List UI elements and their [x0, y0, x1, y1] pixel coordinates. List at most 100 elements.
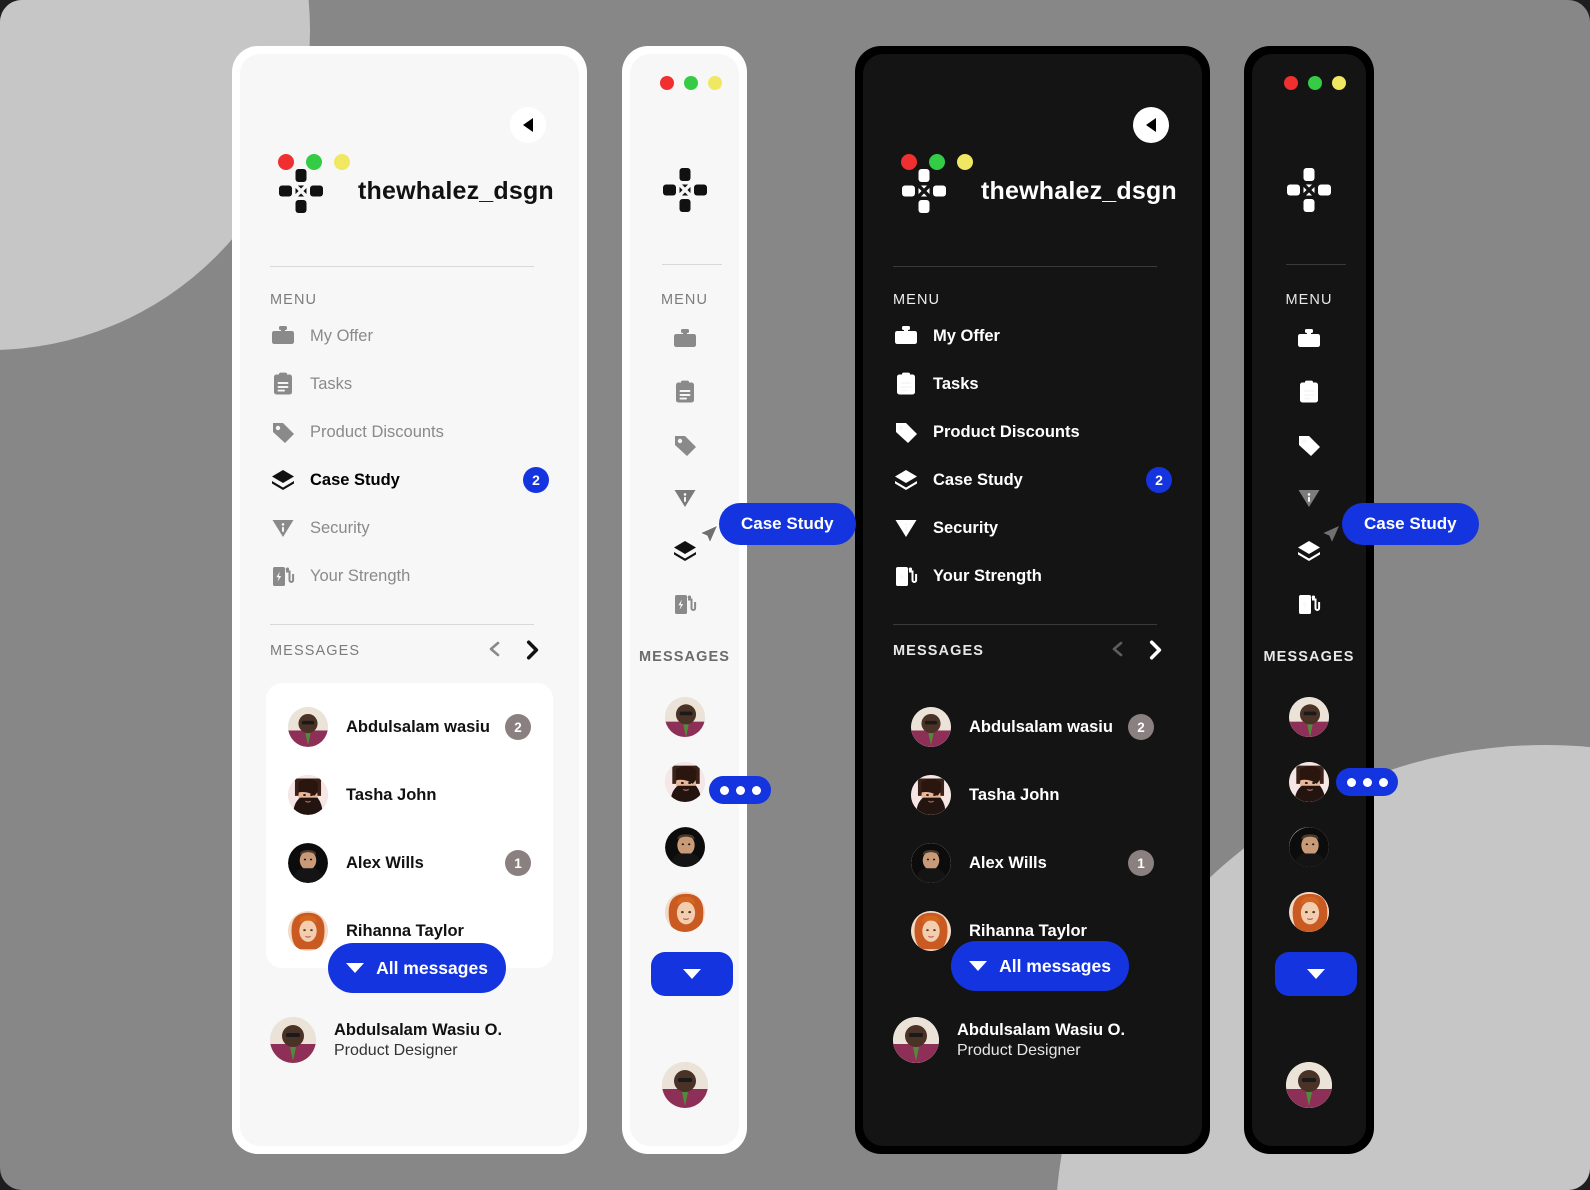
- menu-tooltip-case-study-dark: Case Study: [1342, 503, 1479, 545]
- menu-item-product-discounts[interactable]: Product Discounts: [270, 408, 549, 456]
- message-unread-badge: 1: [1128, 850, 1154, 876]
- avatar: [664, 826, 705, 867]
- avatar: [664, 761, 705, 802]
- menu-rail-item-product-discounts[interactable]: [630, 418, 739, 471]
- profile-footer-dark[interactable]: Abdulsalam Wasiu O. Product Designer: [893, 1017, 1125, 1063]
- divider-top: [662, 264, 722, 265]
- menu-item-tasks[interactable]: Tasks: [270, 360, 549, 408]
- chevron-right-icon[interactable]: [1144, 639, 1164, 660]
- menu-item-case-study[interactable]: Case Study 2: [893, 456, 1172, 504]
- messages-nav: [1108, 639, 1164, 660]
- profile-footer-light[interactable]: Abdulsalam Wasiu O. Product Designer: [270, 1017, 502, 1063]
- message-rail-item[interactable]: [1252, 879, 1366, 944]
- menu-rail-item-your-strength[interactable]: [1252, 577, 1366, 630]
- menu-item-label: Your Strength: [310, 566, 411, 585]
- typing-indicator-dark: [1336, 768, 1398, 796]
- message-rail-item[interactable]: [630, 684, 739, 749]
- maximize-icon[interactable]: [708, 76, 722, 90]
- menu-rail-item-tasks[interactable]: [1252, 365, 1366, 418]
- menu-rail-item-product-discounts[interactable]: [1252, 418, 1366, 471]
- all-messages-button-collapsed[interactable]: [651, 952, 733, 996]
- message-list-item[interactable]: Abdulsalam wasiu 2: [288, 693, 531, 761]
- profile-footer-dark-collapsed[interactable]: [1252, 1062, 1366, 1108]
- message-list-item[interactable]: Alex Wills 1: [288, 829, 531, 897]
- maximize-icon[interactable]: [1332, 76, 1346, 90]
- menu-item-label: My Offer: [933, 326, 1000, 345]
- collapse-sidebar-button[interactable]: [1133, 107, 1169, 143]
- menu-caption: MENU: [270, 292, 318, 308]
- divider-top: [1286, 264, 1346, 265]
- message-list-item[interactable]: Alex Wills 1: [911, 829, 1154, 897]
- menu-item-tasks[interactable]: Tasks: [893, 360, 1172, 408]
- message-rail-item[interactable]: [630, 879, 739, 944]
- menu-item-case-study[interactable]: Case Study 2: [270, 456, 549, 504]
- typing-indicator-light: [709, 776, 771, 804]
- menu-item-your-strength[interactable]: Your Strength: [270, 552, 549, 600]
- typing-dot: [1346, 777, 1356, 787]
- menu-item-my-offer[interactable]: My Offer: [893, 312, 1172, 360]
- chevron-left-icon[interactable]: [1108, 639, 1128, 659]
- minimize-icon[interactable]: [1308, 76, 1322, 90]
- profile-footer-light-collapsed[interactable]: [630, 1062, 739, 1108]
- caret-down-icon: [346, 963, 365, 973]
- shield-info-icon: [893, 515, 919, 541]
- message-rail-item[interactable]: [630, 814, 739, 879]
- avatar: [661, 1062, 708, 1108]
- shield-info-icon: [1296, 485, 1322, 511]
- menu-item-product-discounts[interactable]: Product Discounts: [893, 408, 1172, 456]
- menu-rail-item-your-strength[interactable]: [630, 577, 739, 630]
- typing-dot: [735, 785, 745, 795]
- message-list-item[interactable]: Tasha John: [911, 761, 1154, 829]
- menu-item-security[interactable]: Security: [270, 504, 549, 552]
- message-sender-name: Tasha John: [969, 785, 1060, 804]
- menu-item-your-strength[interactable]: Your Strength: [893, 552, 1172, 600]
- messages-caption: MESSAGES: [1263, 649, 1355, 665]
- divider-bottom: [270, 624, 534, 625]
- tag-icon: [270, 419, 296, 445]
- message-sender-name: Abdulsalam wasiu: [346, 717, 490, 736]
- chevron-right-icon[interactable]: [521, 639, 541, 660]
- all-messages-label: All messages: [376, 957, 488, 978]
- all-messages-button-collapsed[interactable]: [1275, 952, 1357, 996]
- divider-bottom: [893, 624, 1157, 625]
- menu-caption: MENU: [660, 292, 709, 308]
- message-list-item[interactable]: Abdulsalam wasiu 2: [911, 693, 1154, 761]
- brand: thewhalez_dsgn: [278, 168, 554, 214]
- clipboard-icon: [893, 371, 919, 397]
- menu-item-security[interactable]: Security: [893, 504, 1172, 552]
- divider-top: [893, 266, 1157, 267]
- chevron-left-icon[interactable]: [485, 639, 505, 659]
- avatar: [1286, 1062, 1332, 1108]
- clipboard-icon: [270, 371, 296, 397]
- chevron-left-icon: [523, 118, 533, 132]
- close-icon[interactable]: [1284, 76, 1298, 90]
- menu-rail-item-my-offer[interactable]: [1252, 312, 1366, 365]
- message-rail-item[interactable]: [1252, 814, 1366, 879]
- layers-icon: [1296, 538, 1322, 564]
- screenshot-stage: thewhalez_dsgn MENU My Offer Tasks Product…: [0, 0, 1590, 1190]
- avatar: [1289, 761, 1329, 802]
- shield-info-icon: [270, 515, 296, 541]
- message-sender-name: Alex Wills: [346, 853, 424, 872]
- window-controls-light-collapsed: [660, 76, 722, 90]
- message-unread-badge: 2: [505, 714, 531, 740]
- fuel-pump-icon: [1296, 591, 1322, 617]
- menu-rail-item-my-offer[interactable]: [630, 312, 739, 365]
- message-list-item[interactable]: Tasha John: [288, 761, 531, 829]
- close-icon[interactable]: [660, 76, 674, 90]
- chevron-left-icon: [1146, 118, 1156, 132]
- minimize-icon[interactable]: [684, 76, 698, 90]
- avatar: [270, 1017, 316, 1063]
- message-rail-item[interactable]: [1252, 684, 1366, 749]
- all-messages-button[interactable]: All messages: [951, 941, 1129, 991]
- all-messages-button[interactable]: All messages: [328, 943, 506, 993]
- cursor-pointer-icon: [1320, 521, 1342, 552]
- menu-item-my-offer[interactable]: My Offer: [270, 312, 549, 360]
- menu-rail-item-tasks[interactable]: [630, 365, 739, 418]
- sidebar-panel-dark-expanded: thewhalez_dsgn MENU My Offer Tasks Product…: [855, 46, 1210, 1154]
- all-messages-label: All messages: [999, 955, 1111, 976]
- messages-rail-light: [630, 684, 739, 944]
- messages-rail-dark: [1252, 684, 1366, 944]
- brand-name: thewhalez_dsgn: [358, 176, 554, 205]
- collapse-sidebar-button[interactable]: [510, 107, 546, 143]
